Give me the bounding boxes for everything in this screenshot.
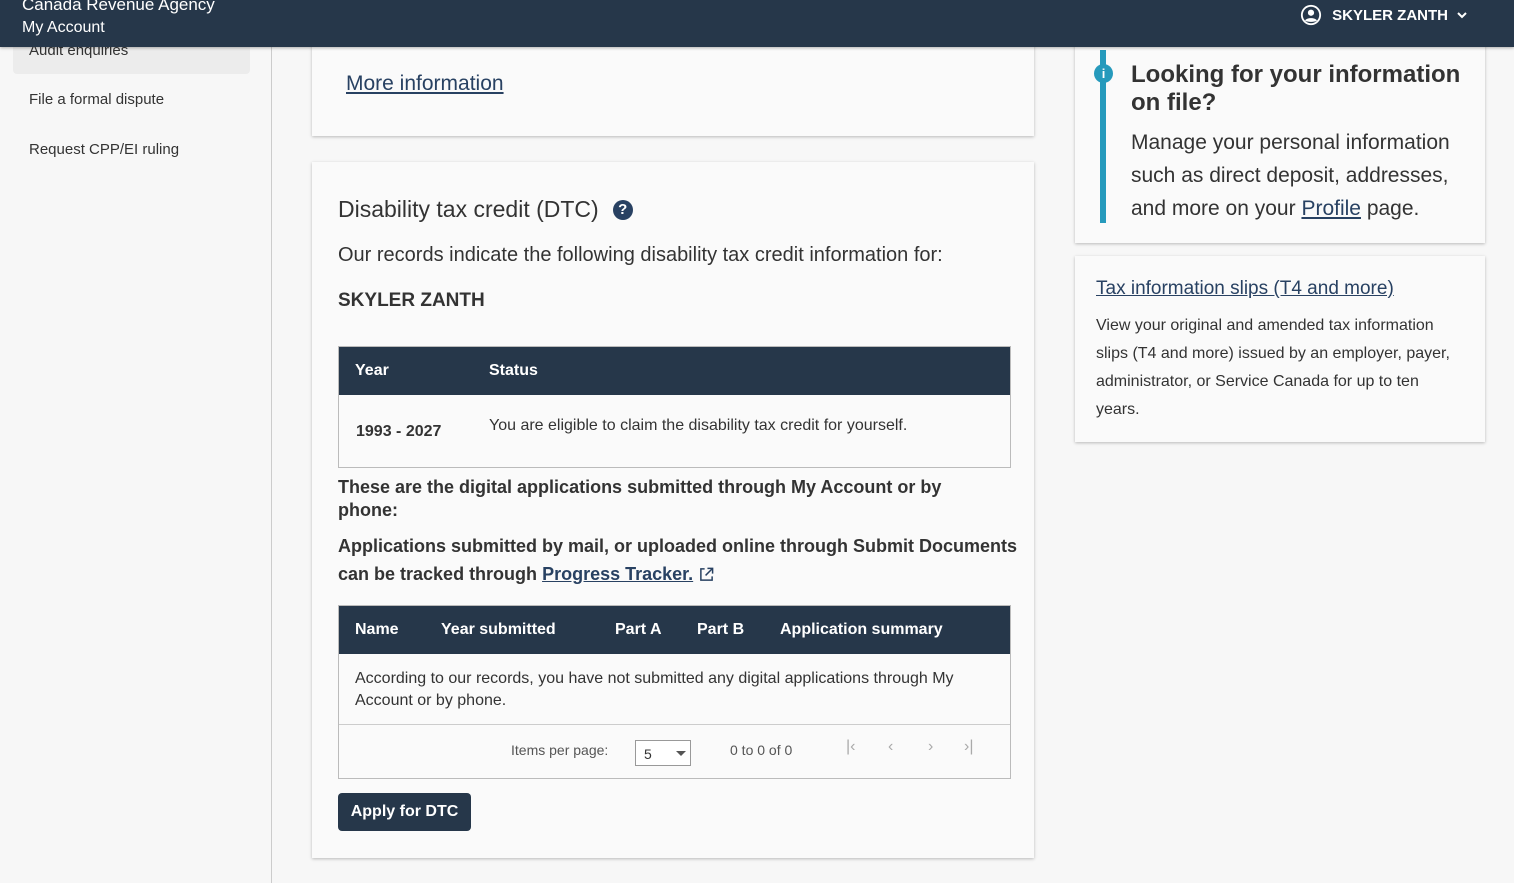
top-header: Canada Revenue Agency My Account SKYLER … [0,0,1514,47]
agency-name: Canada Revenue Agency [22,0,215,14]
info-card-heading: Looking for your information on file? [1131,61,1461,116]
tax-slips-description: View your original and amended tax infor… [1096,317,1450,418]
chevron-down-icon [1457,12,1467,19]
info-card-text: Manage your personal information such as… [1131,126,1476,225]
information-on-file-card: i Looking for your information on file? … [1075,30,1485,243]
progress-tracker-link[interactable]: Progress Tracker. [542,564,693,584]
column-header-application-summary: Application summary [780,621,943,638]
column-header-part-b: Part B [697,621,745,638]
info-icon: i [1094,64,1113,83]
items-per-page-select[interactable]: 5 [635,740,691,766]
first-page-button[interactable]: |‹ [846,738,855,756]
more-information-link[interactable]: More information [346,72,504,96]
info-text-after: page. [1366,197,1420,220]
column-header-part-a: Part A [615,621,662,638]
column-header-year-submitted: Year submitted [441,621,556,638]
dtc-status-cell: You are eligible to claim the disability… [489,417,908,434]
next-page-button[interactable]: › [928,738,933,756]
dtc-status-table: Year Status 1993 - 2027 You are eligible… [338,346,1011,468]
nav-item-file-formal-dispute[interactable]: File a formal dispute [29,91,164,108]
digital-applications-text: These are the digital applications submi… [338,477,942,520]
pagination-range: 0 to 0 of 0 [730,742,793,758]
nav-item-request-cpp-ei-ruling[interactable]: Request CPP/EI ruling [29,141,179,158]
dtc-year-cell: 1993 - 2027 [356,423,442,440]
dtc-heading: Disability tax credit (DTC) ? [338,196,633,223]
table-header: Year Status [339,347,1010,395]
tax-information-slips-link[interactable]: Tax information slips (T4 and more) [1096,278,1394,300]
external-link-icon [700,567,714,581]
previous-page-button[interactable]: ‹ [888,738,893,756]
dropdown-arrow-icon [676,751,686,756]
tax-slips-card: Tax information slips (T4 and more) View… [1075,256,1485,442]
column-header-status: Status [489,362,538,379]
user-name: SKYLER ZANTH [1332,6,1448,24]
items-per-page-value: 5 [644,746,652,762]
divider [339,724,1010,725]
dtc-card: Disability tax credit (DTC) ? Our record… [312,162,1034,858]
taxpayer-name: SKYLER ZANTH [338,290,485,311]
apply-for-dtc-button[interactable]: Apply for DTC [338,793,471,831]
my-account-link[interactable]: My Account [22,18,105,38]
empty-table-message: According to our records, you have not s… [355,670,954,709]
left-navigation: Audit enquiries File a formal dispute Re… [0,0,272,883]
column-header-year: Year [355,362,389,379]
column-header-name: Name [355,621,399,638]
user-avatar-icon [1301,4,1322,26]
table-header: Name Year submitted Part A Part B Applic… [339,606,1010,654]
records-text: Our records indicate the following disab… [338,244,943,266]
items-per-page-label: Items per page: [511,742,609,758]
help-icon[interactable]: ? [612,199,633,220]
user-menu-button[interactable]: SKYLER ZANTH [1300,3,1468,27]
mail-applications-text: Applications submitted by mail, or uploa… [338,532,1018,588]
profile-link[interactable]: Profile [1301,197,1361,220]
dtc-title: Disability tax credit (DTC) [338,196,599,222]
applications-table: Name Year submitted Part A Part B Applic… [338,605,1011,779]
last-page-button[interactable]: ›| [964,738,973,756]
